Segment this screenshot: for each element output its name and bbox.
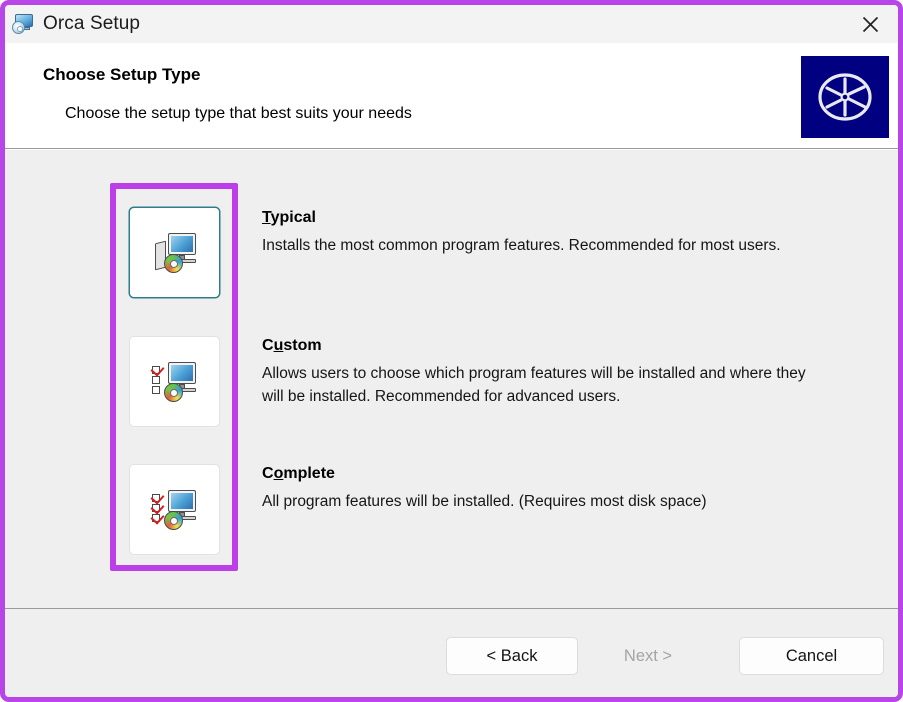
setup-option-custom-description: Allows users to choose which program fea… [262, 365, 806, 405]
full-checklist-computer-cd-icon[interactable] [129, 464, 220, 555]
setup-option-typical-description: Installs the most common program feature… [262, 237, 781, 254]
setup-option-custom-title: Custom [262, 337, 322, 354]
close-icon[interactable] [842, 5, 898, 43]
setup-option-custom-text: Custom Allows users to choose which prog… [262, 336, 817, 408]
window-title: Orca Setup [43, 13, 141, 34]
setup-option-typical-title: Typical [262, 209, 316, 226]
orca-setup-window: Orca Setup Choose Setup Type Choose the … [0, 0, 903, 702]
cancel-button[interactable]: Cancel [739, 637, 884, 675]
back-button[interactable]: < Back [446, 637, 578, 675]
cd-disc-logo [801, 56, 889, 138]
setup-option-typical-text: Typical Installs the most common program… [262, 208, 817, 257]
setup-option-complete-description: All program features will be installed. … [262, 493, 707, 510]
title-bar: Orca Setup [5, 5, 898, 43]
checklist-computer-cd-icon[interactable] [129, 336, 220, 427]
setup-option-complete-text: Complete All program features will be in… [262, 464, 817, 513]
setup-type-list: Typical Installs the most common program… [5, 150, 898, 608]
wizard-header: Choose Setup Type Choose the setup type … [5, 43, 898, 149]
computer-cd-icon[interactable] [129, 207, 220, 298]
setup-disc-monitor-icon [12, 13, 34, 35]
setup-option-complete-title: Complete [262, 465, 335, 482]
next-button[interactable]: Next > [582, 637, 714, 675]
wizard-footer: < Back Next > Cancel [5, 608, 898, 697]
page-title: Choose Setup Type [43, 65, 201, 84]
page-subtitle: Choose the setup type that best suits yo… [65, 105, 412, 122]
